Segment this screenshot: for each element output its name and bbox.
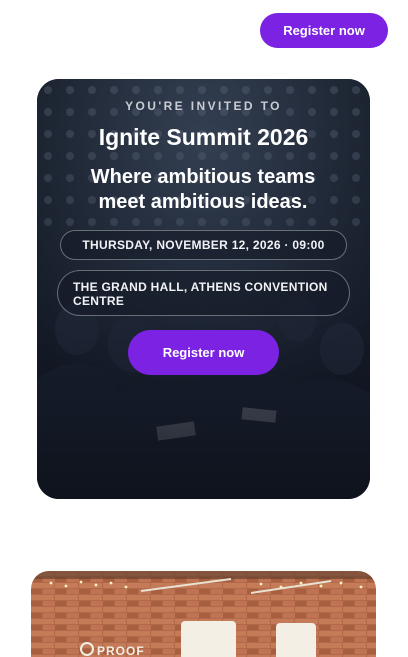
hero-eyebrow: YOU'RE INVITED TO — [125, 99, 282, 113]
event-tagline: Where ambitious teams meet ambitious ide… — [90, 166, 316, 213]
brick-hall-image: PROOF — [31, 571, 376, 657]
event-date-pill: THURSDAY, NOVEMBER 12, 2026 · 09:00 — [60, 230, 347, 260]
hero-register-button[interactable]: Register now — [128, 330, 279, 375]
event-hero-card: YOU'RE INVITED TO Ignite Summit 2026 Whe… — [37, 79, 370, 499]
page: Register now YOU'RE INVITED TO Ignite Su… — [0, 0, 408, 657]
event-title: Ignite Summit 2026 — [98, 124, 309, 150]
event-venue-pill: THE GRAND HALL, ATHENS CONVENTION CENTRE — [57, 270, 350, 316]
venue-sign-text: PROOF — [97, 644, 145, 657]
header-register-button[interactable]: Register now — [260, 13, 388, 48]
venue-photo: PROOF — [31, 571, 376, 657]
